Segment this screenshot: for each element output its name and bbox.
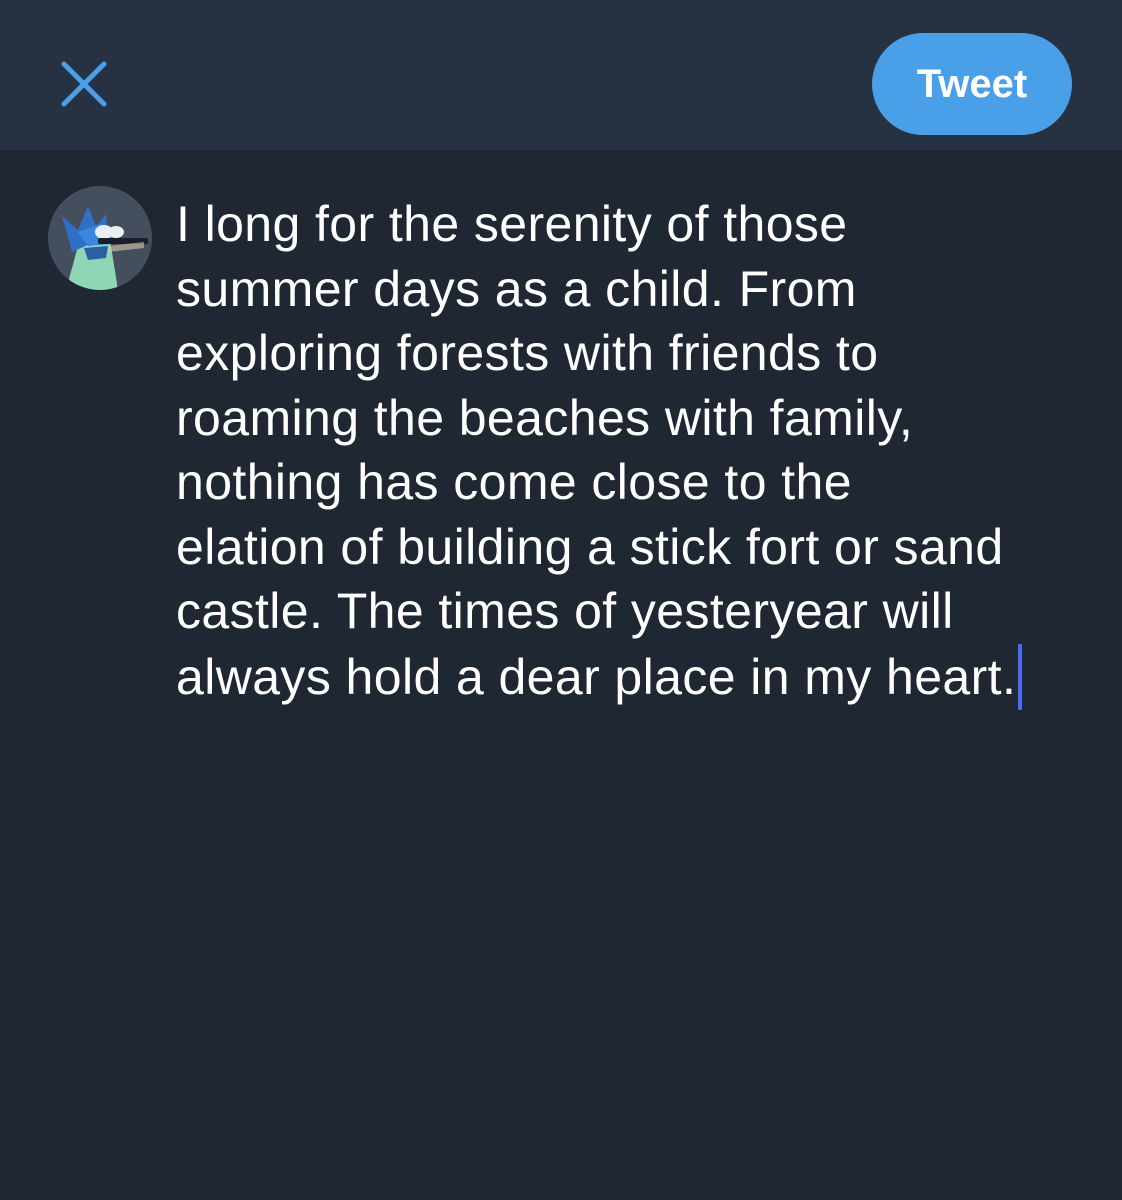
tweet-text-input[interactable]: I long for the serenity of those summer … bbox=[176, 192, 1096, 710]
avatar[interactable] bbox=[48, 186, 152, 290]
text-line: elation of building a stick fort or sand bbox=[176, 518, 1004, 575]
compose-header: Tweet bbox=[0, 0, 1122, 150]
text-line: nothing has come close to the bbox=[176, 454, 852, 510]
compose-area: I long for the serenity of those summer … bbox=[0, 150, 1122, 1200]
close-button[interactable] bbox=[56, 56, 112, 112]
text-line: summer days as a child. From bbox=[176, 260, 857, 317]
text-line: exploring forests with friends to bbox=[176, 325, 879, 381]
text-caret bbox=[1018, 643, 1023, 710]
avatar-icon bbox=[48, 186, 152, 290]
tweet-button[interactable]: Tweet bbox=[872, 33, 1072, 135]
text-line: I long for the serenity of those bbox=[176, 196, 848, 252]
text-line: always hold a dear place in my heart. bbox=[176, 648, 1017, 705]
close-icon bbox=[61, 61, 107, 107]
text-line: castle. The times of yesteryear will bbox=[176, 583, 954, 639]
text-line: roaming the beaches with family, bbox=[176, 389, 914, 446]
